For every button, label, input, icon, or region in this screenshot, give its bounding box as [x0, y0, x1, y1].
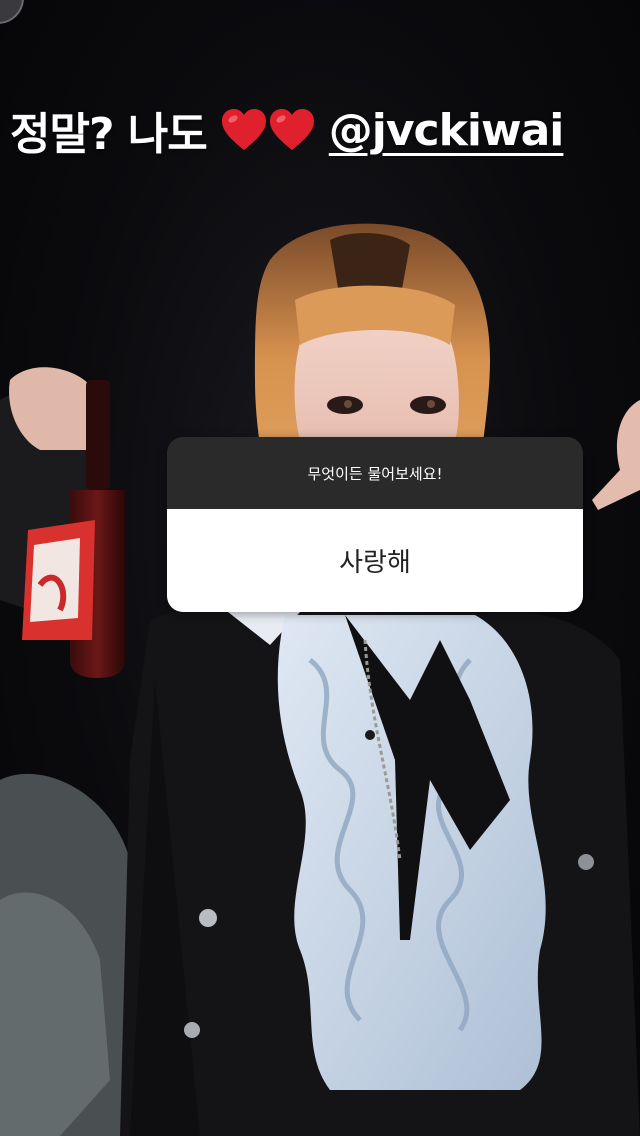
heart-emojis: [221, 108, 315, 152]
caption-text: 정말? 나도: [10, 109, 208, 160]
jacket-button: [578, 854, 594, 870]
mention-link[interactable]: @jvckiwai: [329, 105, 565, 156]
question-answer: 사랑해: [167, 509, 583, 612]
jacket-button: [199, 909, 217, 927]
story-viewer[interactable]: 정말? 나도 @jvckiwai 무엇이든 물어보세요! 사랑해: [0, 0, 640, 1136]
story-caption: 정말? 나도 @jvckiwai: [10, 100, 565, 161]
question-sticker[interactable]: 무엇이든 물어보세요! 사랑해: [167, 437, 583, 612]
question-prompt: 무엇이든 물어보세요!: [167, 437, 583, 509]
right-hand: [592, 400, 640, 510]
jacket-button: [184, 1022, 200, 1038]
heart-icon: [221, 109, 266, 150]
heart-icon: [269, 109, 314, 150]
